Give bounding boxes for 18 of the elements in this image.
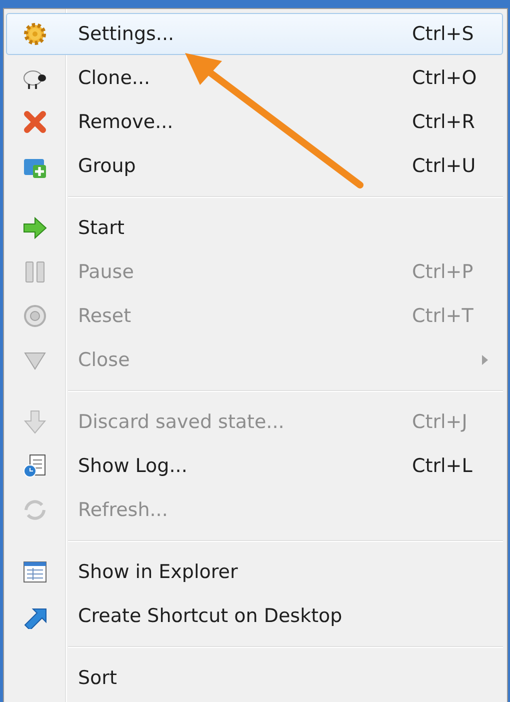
menu-item[interactable]: Start — [6, 207, 503, 249]
x-icon — [22, 109, 48, 135]
refresh-icon — [22, 497, 48, 523]
arrow-down-icon — [22, 409, 48, 435]
arrow-right-icon — [22, 215, 48, 241]
menu-item[interactable]: Group Ctrl+U — [6, 145, 503, 187]
menu-item[interactable]: Settings... Ctrl+S — [6, 13, 503, 55]
menu-item[interactable]: Clone... Ctrl+O — [6, 57, 503, 99]
menu-item[interactable]: Sort — [6, 657, 503, 699]
record-icon — [22, 303, 48, 329]
log-clock-icon — [22, 453, 48, 479]
menu-item[interactable]: Create Shortcut on Desktop — [6, 595, 503, 637]
menu-item[interactable]: Show Log... Ctrl+L — [6, 445, 503, 487]
gear-icon — [22, 21, 48, 47]
table-icon — [22, 559, 48, 585]
menu-item[interactable]: Remove... Ctrl+R — [6, 101, 503, 143]
menu-item[interactable]: Show in Explorer — [6, 551, 503, 593]
submenu-arrow-icon — [482, 355, 488, 365]
